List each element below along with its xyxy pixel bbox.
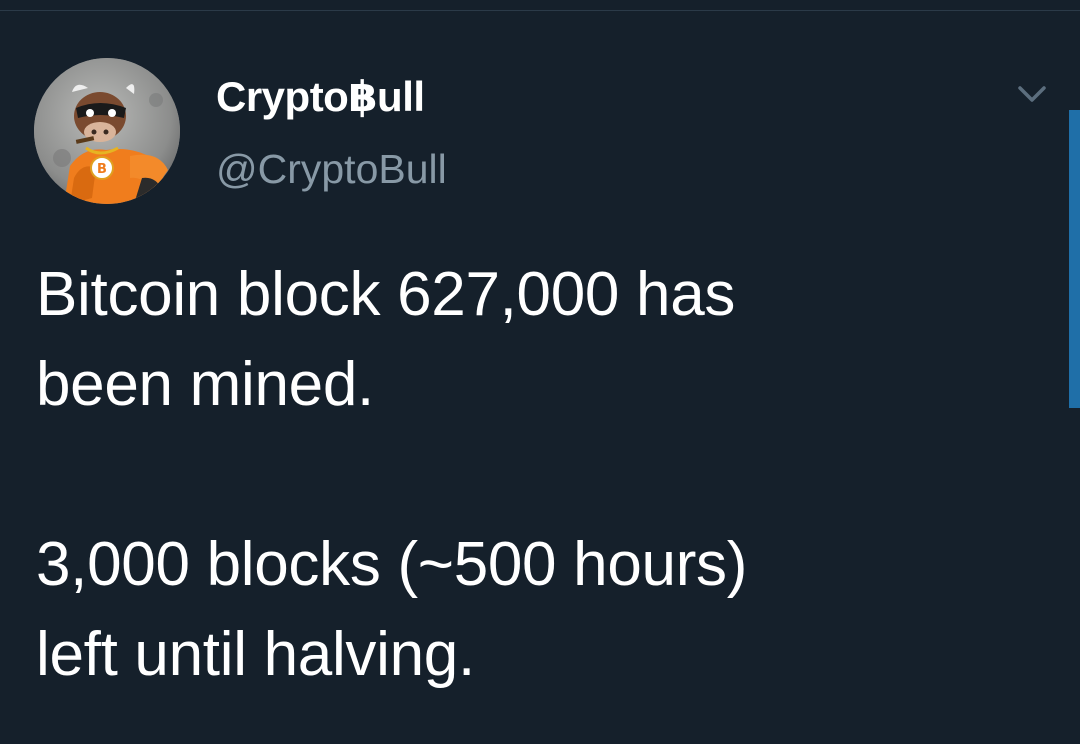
scrollbar-thumb[interactable] xyxy=(1069,110,1080,408)
tweet-line: been mined. xyxy=(36,350,374,419)
svg-text:B: B xyxy=(97,162,107,177)
author-avatar[interactable]: B xyxy=(34,58,180,204)
tweet-paragraph: Bitcoin block 627,000 has been mined. xyxy=(36,250,1036,430)
tweet-menu-button[interactable] xyxy=(1010,72,1054,116)
tweet-line: left until halving. xyxy=(36,620,475,689)
bull-mascot-icon: B xyxy=(34,58,180,204)
tweet-body: Bitcoin block 627,000 has been mined. 3,… xyxy=(36,250,1036,700)
tweet-paragraph: 3,000 blocks (~500 hours) left until hal… xyxy=(36,520,1036,700)
author-display-name[interactable]: Crypto฿ull xyxy=(216,72,425,122)
chevron-down-icon xyxy=(1018,86,1046,102)
tweet-card[interactable]: B Crypto฿ull @CryptoBull Bitcoin block 6… xyxy=(0,12,1080,744)
author-handle[interactable]: @CryptoBull xyxy=(216,144,447,194)
top-divider xyxy=(0,0,1080,11)
tweet-line: 3,000 blocks (~500 hours) xyxy=(36,530,748,599)
tweet-line: Bitcoin block 627,000 has xyxy=(36,260,736,329)
